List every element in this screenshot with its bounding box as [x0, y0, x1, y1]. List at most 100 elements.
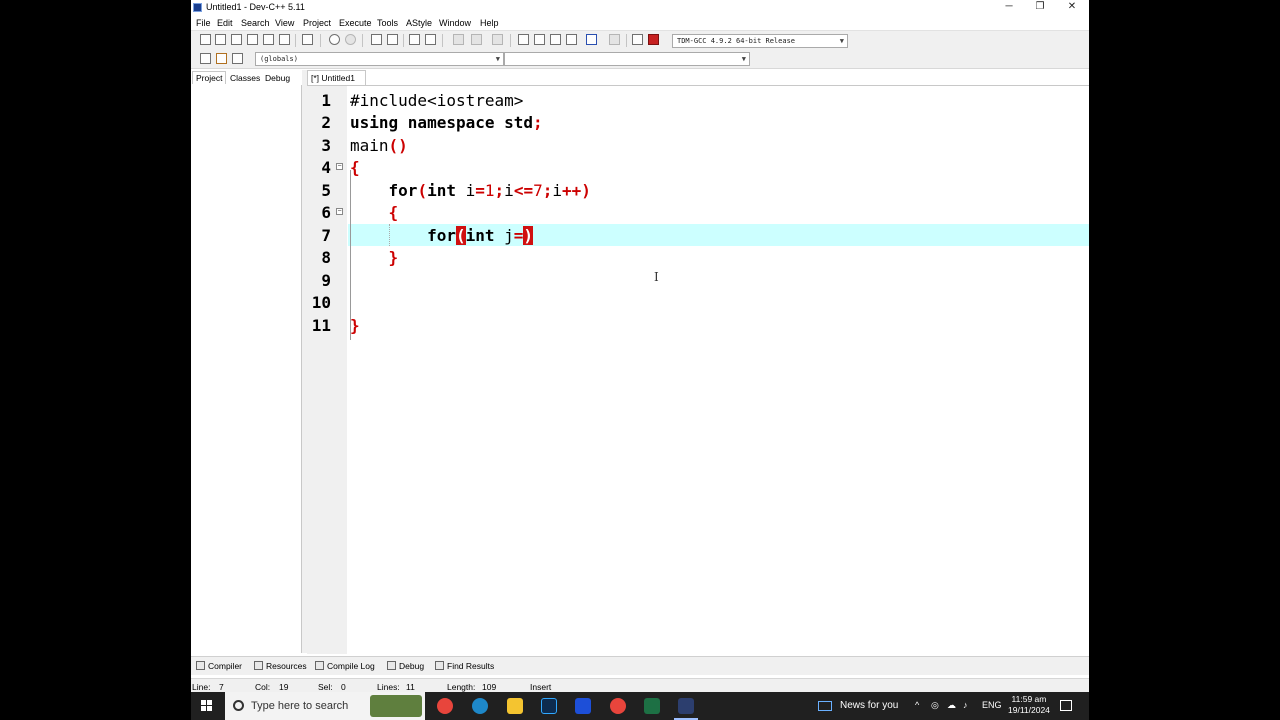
editor-tab-untitled1[interactable]: [*] Untitled1 — [307, 70, 366, 85]
status-line-label: Line: — [192, 682, 211, 692]
tab-classes[interactable]: Classes — [230, 73, 260, 83]
stop-execution-icon[interactable] — [609, 34, 620, 45]
forward-icon[interactable] — [471, 34, 482, 45]
unindent-icon[interactable] — [425, 34, 436, 45]
toolbar-divider — [295, 34, 296, 47]
tab-project[interactable]: Project — [192, 71, 227, 84]
close-file-icon[interactable] — [263, 34, 274, 45]
edge-icon[interactable] — [472, 698, 488, 714]
scope-select[interactable]: (globals) ▼ — [255, 52, 504, 66]
print-icon[interactable] — [302, 34, 313, 45]
toolbar-divider — [320, 34, 321, 47]
save-icon[interactable] — [231, 34, 242, 45]
debug-icon[interactable] — [648, 34, 659, 45]
menu-astyle[interactable]: AStyle — [406, 18, 432, 28]
network-icon[interactable]: ◎ — [931, 700, 939, 711]
tab-debug-output[interactable]: Debug — [387, 661, 424, 671]
code-line-5: for(int i=1;i<=7;i++) — [350, 181, 591, 200]
maximize-button[interactable]: ❐ — [1025, 0, 1055, 15]
add-to-project-icon[interactable] — [550, 34, 561, 45]
save-all-icon[interactable] — [247, 34, 258, 45]
tab-debug[interactable]: Debug — [265, 73, 290, 83]
toolbar-divider — [510, 34, 511, 47]
menu-bar: File Edit Search View Project Execute To… — [191, 16, 1089, 30]
language-indicator[interactable]: ENG — [982, 700, 1002, 710]
b-app-icon[interactable] — [575, 698, 591, 714]
goto-declaration-icon[interactable] — [200, 53, 211, 64]
menu-view[interactable]: View — [275, 18, 294, 28]
check-syntax-icon[interactable] — [586, 34, 597, 45]
line-number: 2 — [321, 113, 331, 132]
cloud-icon[interactable]: ☁ — [947, 700, 956, 711]
news-icon[interactable] — [818, 701, 832, 711]
menu-project[interactable]: Project — [303, 18, 331, 28]
fold-toggle-icon[interactable]: − — [336, 208, 343, 215]
volume-icon[interactable]: ♪ — [963, 700, 968, 710]
menu-file[interactable]: File — [196, 18, 211, 28]
project-options-icon[interactable] — [534, 34, 545, 45]
find-icon[interactable] — [371, 34, 382, 45]
code-line-1: #include<iostream> — [350, 91, 524, 110]
code-line-8: } — [350, 248, 399, 267]
tab-find-results[interactable]: Find Results — [435, 661, 494, 671]
new-file-icon[interactable] — [200, 34, 211, 45]
menu-window[interactable]: Window — [439, 18, 471, 28]
insert-icon[interactable] — [232, 53, 243, 64]
indent-icon[interactable] — [409, 34, 420, 45]
line-number: 3 — [321, 136, 331, 155]
clock[interactable]: 11:59 am 19/11/2024 — [1008, 694, 1050, 716]
remove-from-project-icon[interactable] — [566, 34, 577, 45]
undo-icon[interactable] — [329, 34, 340, 45]
goto-definition-icon[interactable] — [216, 53, 227, 64]
chrome-icon[interactable] — [437, 698, 453, 714]
status-sel-label: Sel: — [318, 682, 333, 692]
devcpp-icon[interactable] — [674, 698, 698, 720]
bookmark-icon[interactable] — [492, 34, 503, 45]
tab-compiler[interactable]: Compiler — [196, 661, 242, 671]
compiler-select[interactable]: TDM-GCC 4.9.2 64-bit Release ▼ — [672, 34, 848, 48]
tab-compile-log[interactable]: Compile Log — [315, 661, 375, 671]
bottom-panel-tabs: Compiler Resources Compile Log Debug Fin… — [191, 656, 1089, 675]
news-widget[interactable]: News for you — [840, 700, 898, 711]
taskbar-search-box[interactable]: Type here to search — [225, 692, 425, 720]
windows-taskbar: Type here to search News for you ^ ◎ ☁ ♪… — [191, 692, 1089, 720]
menu-search[interactable]: Search — [241, 18, 270, 28]
code-editor[interactable]: 1 2 3 4 5 6 7 8 9 10 11 − − #include<ios… — [307, 85, 1089, 654]
status-lines-label: Lines: — [377, 682, 400, 692]
search-placeholder: Type here to search — [251, 700, 349, 712]
replace-icon[interactable] — [387, 34, 398, 45]
chart-icon — [315, 661, 324, 670]
member-select[interactable]: ▼ — [504, 52, 750, 66]
back-icon[interactable] — [453, 34, 464, 45]
line-number: 4 — [321, 158, 331, 177]
notification-icon[interactable] — [1060, 700, 1072, 711]
minimize-button[interactable]: ─ — [994, 0, 1024, 15]
line-number: 6 — [321, 203, 331, 222]
tab-resources[interactable]: Resources — [254, 661, 307, 671]
menu-edit[interactable]: Edit — [217, 18, 233, 28]
project-panel — [191, 85, 302, 653]
window-title: Untitled1 - Dev-C++ 5.11 — [206, 2, 305, 12]
code-line-11: } — [350, 316, 360, 335]
redo-icon[interactable] — [345, 34, 356, 45]
class-browser-toolbar: (globals) ▼ ▼ — [191, 50, 1089, 69]
excel-icon[interactable] — [644, 698, 660, 714]
open-file-icon[interactable] — [215, 34, 226, 45]
menu-execute[interactable]: Execute — [339, 18, 372, 28]
line-number: 11 — [311, 316, 331, 335]
file-explorer-icon[interactable] — [507, 698, 523, 714]
devcpp-app-icon — [193, 3, 202, 12]
compile-icon[interactable] — [632, 34, 643, 45]
chrome-profile-icon[interactable] — [610, 698, 626, 714]
status-insert-mode: Insert — [530, 682, 552, 692]
fold-toggle-icon[interactable]: − — [336, 163, 343, 170]
close-button[interactable]: ✕ — [1057, 0, 1087, 15]
toolbar-divider — [626, 34, 627, 47]
windows-start-icon[interactable] — [201, 700, 213, 712]
menu-tools[interactable]: Tools — [377, 18, 398, 28]
photoshop-icon[interactable] — [541, 698, 557, 714]
new-project-icon[interactable] — [518, 34, 529, 45]
menu-help[interactable]: Help — [480, 18, 499, 28]
close-all-icon[interactable] — [279, 34, 290, 45]
chevron-up-icon[interactable]: ^ — [915, 700, 919, 710]
